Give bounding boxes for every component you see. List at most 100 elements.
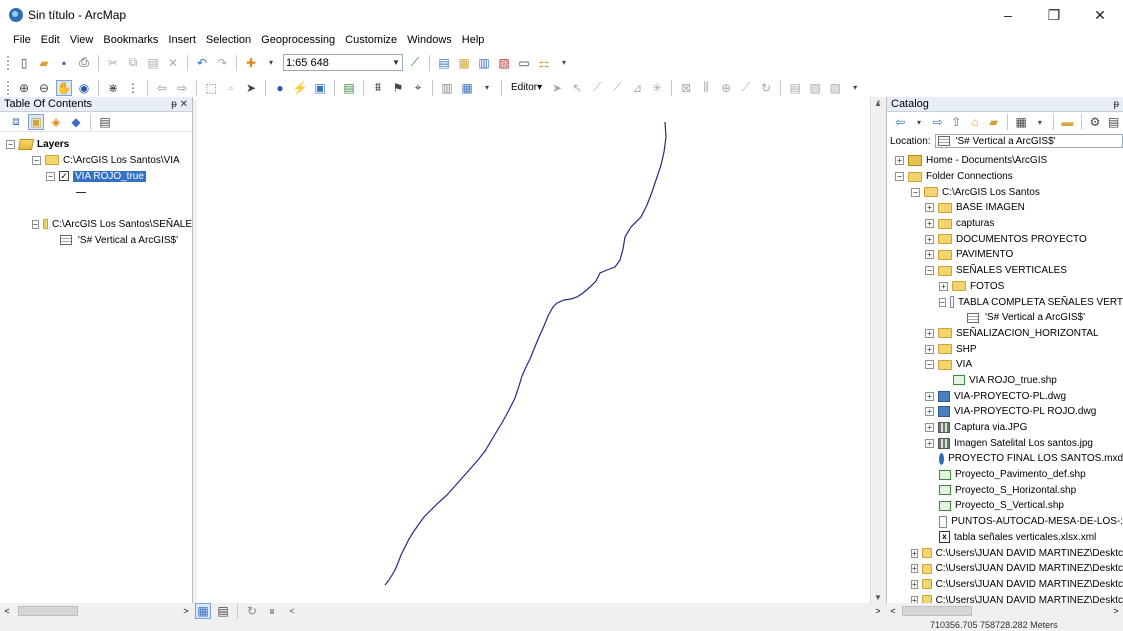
menu-bookmarks[interactable]: Bookmarks [98,34,163,46]
catalog-item[interactable]: − TABLA COMPLETA SEÑALES VERT [887,294,1123,310]
catalog-pin-icon[interactable]: ᵽ [1113,99,1119,110]
home-folder-icon[interactable]: ⌂ [968,114,983,130]
toc-layer-via-rojo[interactable]: − ✓ VIA ROJO_true [0,168,192,184]
expand-icon[interactable]: + [925,344,934,354]
catalog-item[interactable]: VIA ROJO_true.shp [887,373,1123,389]
add-data-dropdown-icon[interactable]: ▾ [263,55,279,71]
menu-insert[interactable]: Insert [163,34,201,46]
map-scale-combobox[interactable]: 1:65 648 ▼ [283,54,403,71]
scroll-left-arrow-icon[interactable]: < [284,603,300,619]
fixed-zoom-out-icon[interactable]: ⋮ [125,80,141,96]
collapse-icon[interactable]: − [46,171,55,181]
toolbar-grip[interactable] [6,79,10,96]
catalog-item[interactable]: + SHP [887,341,1123,357]
add-data-icon[interactable]: ✚ [243,55,259,71]
toolbar-overflow-icon[interactable]: ▾ [556,55,572,71]
back-dropdown-icon[interactable]: ▾ [912,114,927,130]
maximize-button[interactable]: ❐ [1031,0,1077,30]
catalog-item[interactable]: + SEÑALIZACION_HORIZONTAL [887,326,1123,342]
expand-icon[interactable]: + [911,548,918,558]
back-arrow-icon[interactable]: ⇦ [893,114,908,130]
toolbar-grip[interactable] [6,54,10,71]
cut-polygons-icon[interactable]: ⊕ [718,80,734,96]
catalog-item[interactable]: + Captura via.JPG [887,420,1123,436]
catalog-options-icon[interactable]: ⚙ [1088,114,1103,130]
catalog-horizontal-scrollbar[interactable]: < > [886,603,1123,619]
refresh-icon[interactable]: ↻ [244,603,260,619]
full-extent-icon[interactable]: ◉ [76,80,92,96]
expand-icon[interactable]: + [939,281,948,291]
new-document-icon[interactable]: ▯ [16,55,32,71]
catalog-item[interactable]: + PAVIMENTO [887,247,1123,263]
save-icon[interactable]: ▪ [56,55,72,71]
create-viewer-icon[interactable]: ▦ [459,80,475,96]
model-builder-icon[interactable]: ⚏ [536,55,552,71]
catalog-item[interactable]: + Imagen Satelital Los santos.jpg [887,435,1123,451]
undo-icon[interactable]: ↶ [194,55,210,71]
clear-selection-icon[interactable]: ▫ [223,80,239,96]
list-by-visibility-icon[interactable]: ◈ [48,114,64,130]
catalog-item[interactable]: + BASE IMAGEN [887,200,1123,216]
collapse-icon[interactable]: − [32,219,39,229]
menu-windows[interactable]: Windows [402,34,457,46]
identify-icon[interactable]: ● [272,80,288,96]
expand-icon[interactable]: + [925,250,934,260]
collapse-icon[interactable]: − [925,360,934,370]
toc-group-senales[interactable]: − C:\ArcGIS Los Santos\SEÑALE [0,216,192,232]
catalog-item[interactable]: Proyecto_Pavimento_def.shp [887,467,1123,483]
catalog-item[interactable]: x tabla señales verticales.xlsx.xml [887,530,1123,546]
back-extent-icon[interactable]: ⇦ [154,80,170,96]
html-popup-icon[interactable]: ▣ [312,80,328,96]
toolbar-overflow-icon[interactable]: ▾ [479,80,495,96]
straight-segment-icon[interactable]: ⟋ [589,80,605,96]
toc-horizontal-scrollbar[interactable]: < > [0,603,193,619]
catalog-item[interactable]: + C:\Users\JUAN DAVID MARTINEZ\Desktc [887,577,1123,593]
catalog-item[interactable]: + C:\Users\JUAN DAVID MARTINEZ\Desktc [887,592,1123,603]
catalog-item[interactable]: + VIA-PROYECTO-PL.dwg [887,388,1123,404]
create-features-icon[interactable]: ▨ [827,80,843,96]
select-elements-icon[interactable]: ➤ [243,80,259,96]
catalog-item[interactable]: − Folder Connections [887,169,1123,185]
catalog-item[interactable]: + capturas [887,216,1123,232]
scroll-right-arrow-icon[interactable]: > [179,606,193,616]
catalog-item[interactable]: PUNTOS-AUTOCAD-MESA-DE-LOS-: [887,514,1123,530]
catalog-item[interactable]: 'S# Vertical a ArcGIS$' [887,310,1123,326]
up-level-icon[interactable]: ⇧ [949,114,964,130]
measure-icon[interactable]: ▤ [341,80,357,96]
expand-icon[interactable]: + [925,407,934,417]
catalog-item[interactable]: Proyecto_S_Vertical.shp [887,498,1123,514]
collapse-icon[interactable]: − [925,266,934,276]
end-point-arc-icon[interactable]: ⟋ [609,80,625,96]
chevron-down-icon[interactable]: ▼ [390,58,402,67]
menu-edit[interactable]: Edit [36,34,65,46]
toc-table-senales[interactable]: 'S# Vertical a ArcGIS$' [0,232,192,248]
scroll-left-arrow-icon[interactable]: < [0,606,14,616]
expand-icon[interactable]: + [925,234,934,244]
hyperlink-icon[interactable]: ⚡ [292,80,308,96]
menu-help[interactable]: Help [457,34,490,46]
minimize-button[interactable]: – [985,0,1031,30]
paste-icon[interactable]: ▤ [145,55,161,71]
catalog-item[interactable]: + FOTOS [887,279,1123,295]
catalog-item[interactable]: + DOCUMENTOS PROYECTO [887,231,1123,247]
zoom-in-icon[interactable]: ⊕ [16,80,32,96]
options-icon[interactable]: ▤ [97,114,113,130]
edit-tool-icon[interactable]: ➤ [549,80,565,96]
find-binoculars-icon[interactable]: ⩩ [370,80,386,96]
scroll-right-arrow-icon[interactable]: > [871,606,885,616]
expand-icon[interactable]: + [895,156,904,166]
point-icon[interactable]: ✳ [649,80,665,96]
menu-file[interactable]: File [8,34,36,46]
print-icon[interactable]: ⎙ [76,55,92,71]
reshape-icon[interactable]: ⫼ [698,80,714,96]
data-view-icon[interactable]: ▦ [195,603,211,619]
expand-icon[interactable]: + [925,328,934,338]
arctoolbox-icon[interactable]: ▧ [496,55,512,71]
catalog-item[interactable]: + C:\Users\JUAN DAVID MARTINEZ\Desktc [887,545,1123,561]
expand-icon[interactable]: + [925,219,934,229]
split-icon[interactable]: ⟋ [738,80,754,96]
catalog-item[interactable]: + VIA-PROYECTO-PL ROJO.dwg [887,404,1123,420]
toggle-contents-panel-icon[interactable]: ▬ [1060,114,1075,130]
catalog-item[interactable]: − C:\ArcGIS Los Santos [887,184,1123,200]
expand-icon[interactable]: + [911,564,918,574]
